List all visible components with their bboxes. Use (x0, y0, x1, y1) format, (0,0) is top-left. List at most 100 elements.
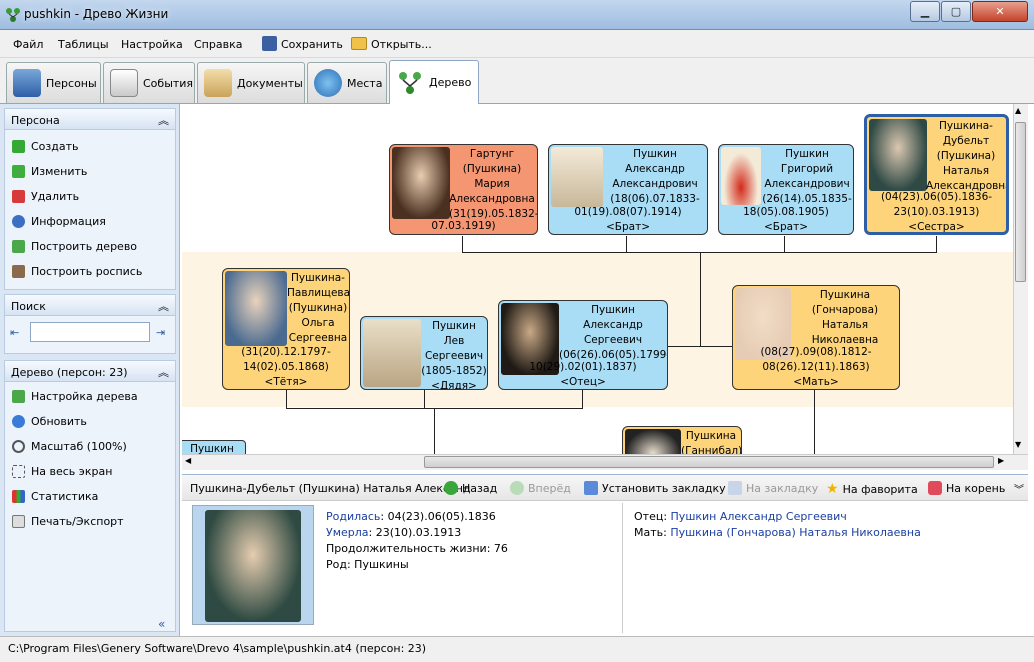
maximize-button[interactable]: ▢ (941, 1, 971, 22)
portrait (363, 319, 421, 387)
person-info[interactable]: Информация (12, 212, 106, 230)
build-register[interactable]: Построить роспись (12, 262, 142, 280)
magnifier-icon (12, 439, 25, 453)
collapse-sidebar-icon[interactable]: « (158, 617, 165, 631)
mother-link[interactable]: Пушкина (Гончарова) Наталья Николаевна (670, 526, 921, 539)
connector (462, 236, 463, 253)
portrait (392, 147, 450, 219)
title-bar: pushkin - Древо Жизни ▁ ▢ ✕ (0, 0, 1034, 30)
refresh-icon (12, 414, 25, 428)
tab-events[interactable]: События (103, 62, 195, 103)
person-card-gartung[interactable]: Гартунг (Пушкина) Мария Александровна (31(19… (389, 144, 538, 235)
zoom[interactable]: Масштаб (100%) (12, 437, 127, 455)
person-card-alexander-sergeevich[interactable]: Пушкин Александр Сергеевич (06(26).06(05).1… (498, 300, 668, 390)
person-card-grigory[interactable]: Пушкин Григорий Александрович (26(14).05.18… (718, 144, 854, 235)
born-link[interactable]: Родилась (326, 510, 380, 523)
vertical-scrollbar[interactable]: ▲ ▼ (1013, 104, 1028, 454)
parents-details: Отец: Пушкин Александр Сергеевич Мать: П… (634, 510, 921, 539)
menu-settings[interactable]: Настройка (121, 38, 183, 51)
scroll-down-icon[interactable]: ▼ (1015, 440, 1021, 449)
register-icon (12, 264, 25, 278)
tree-icon (12, 239, 25, 253)
collapse-up-icon[interactable]: ︽ (158, 298, 169, 314)
connector (668, 346, 732, 347)
tree-section-header[interactable]: Дерево (персон: 23) ︽ (4, 360, 176, 382)
back-button[interactable]: Назад (444, 481, 497, 495)
star-icon: ★ (826, 481, 839, 497)
info-toolbar: Пушкина-Дубельт (Пушкина) Наталья Алекса… (182, 475, 1028, 501)
favorite-button[interactable]: ★ На фаворита (826, 481, 918, 497)
globe-icon (314, 69, 342, 97)
tab-persons[interactable]: Персоны (6, 62, 101, 103)
person-photo-frame (192, 505, 314, 625)
collapse-up-icon[interactable]: ︽ (158, 364, 169, 380)
connector (626, 236, 627, 253)
connector (700, 252, 701, 346)
plus-icon (12, 139, 25, 153)
portrait (551, 147, 603, 207)
horizontal-scroll-thumb[interactable] (424, 456, 994, 468)
connector (434, 408, 435, 454)
scroll-left-icon[interactable]: ◀ (185, 456, 191, 465)
set-bookmark-button[interactable]: Установить закладку (584, 481, 726, 495)
persons-icon (13, 69, 41, 97)
vertical-scroll-thumb[interactable] (1015, 122, 1026, 282)
connector (814, 390, 815, 454)
lifespan: Продолжительность жизни: 76 (326, 542, 508, 555)
search-input[interactable] (30, 322, 150, 342)
scroll-up-icon[interactable]: ▲ (1015, 106, 1021, 115)
horizontal-scrollbar[interactable]: ◀ ▶ (182, 454, 1028, 470)
search-forward-icon[interactable]: ⇥ (156, 326, 170, 340)
died-link[interactable]: Умерла (326, 526, 369, 539)
person-card-natalya-goncharova[interactable]: Пушкина (Гончарова) Наталья Николаевна (08(… (732, 285, 900, 390)
minimize-button[interactable]: ▁ (910, 1, 940, 22)
goto-bookmark-button[interactable]: На закладку (728, 481, 818, 495)
back-arrow-icon (444, 481, 458, 495)
fullscreen[interactable]: На весь экран (12, 462, 112, 480)
refresh[interactable]: Обновить (12, 412, 87, 430)
status-text: C:\Program Files\Genery Software\Drevo 4… (8, 642, 427, 655)
person-card-natalya-dubelt[interactable]: Пушкина- Дубельт (Пушкина) Наталья Александр… (864, 114, 1009, 235)
create-person[interactable]: Создать (12, 137, 79, 155)
build-tree[interactable]: Построить дерево (12, 237, 137, 255)
father-link[interactable]: Пушкин Александр Сергеевич (671, 510, 847, 523)
save-icon (262, 36, 277, 51)
person-details: Родилась: 04(23).06(05).1836 Умерла: 23(… (326, 510, 508, 571)
person-card-hannibal[interactable]: Пушкина (Ганнибал) (622, 426, 742, 454)
person-card-olga[interactable]: Пушкина- Павлищева (Пушкина) Ольга Сергеевна… (222, 268, 350, 390)
connector (582, 390, 583, 408)
tab-places[interactable]: Места (307, 62, 387, 103)
scroll-right-icon[interactable]: ▶ (998, 456, 1004, 465)
statistics[interactable]: Статистика (12, 487, 98, 505)
menu-help[interactable]: Справка (194, 38, 242, 51)
root-button[interactable]: На корень (928, 481, 1005, 495)
print-export[interactable]: Печать/Экспорт (12, 512, 124, 530)
menu-file[interactable]: Файл (13, 38, 43, 51)
person-card-pushkin-partial[interactable]: Пушкин (182, 440, 246, 454)
save-button[interactable]: Сохранить (281, 38, 343, 51)
search-section-header[interactable]: Поиск ︽ (4, 294, 176, 316)
app-tree-icon (5, 7, 21, 23)
tab-tree[interactable]: Дерево (389, 60, 479, 104)
expand-down-icon[interactable]: ︾ (1014, 481, 1024, 496)
tree-settings-icon (12, 389, 25, 403)
delete-person[interactable]: Удалить (12, 187, 79, 205)
person-card-lev[interactable]: Пушкин Лев Сергеевич (1805-1852) <Дядя> (360, 316, 488, 390)
edit-person[interactable]: Изменить (12, 162, 87, 180)
connector (784, 236, 785, 253)
info-panel: Пушкина-Дубельт (Пушкина) Наталья Алекса… (182, 474, 1028, 636)
search-back-icon[interactable]: ⇤ (10, 326, 24, 340)
menu-tables[interactable]: Таблицы (58, 38, 109, 51)
connector (424, 390, 425, 408)
close-button[interactable]: ✕ (972, 1, 1028, 22)
tree-canvas[interactable]: Гартунг (Пушкина) Мария Александровна (31(19… (182, 104, 1028, 454)
person-section-header[interactable]: Персона ︽ (4, 108, 176, 130)
tab-documents[interactable]: Документы (197, 62, 305, 103)
portrait (625, 429, 681, 454)
tree-settings[interactable]: Настройка дерева (12, 387, 138, 405)
open-button[interactable]: Открыть... (371, 38, 432, 51)
connector (936, 236, 937, 253)
forward-button[interactable]: Вперёд (510, 481, 571, 495)
collapse-up-icon[interactable]: ︽ (158, 112, 169, 128)
person-card-alexander-aleksandrovich[interactable]: Пушкин Александр Александрович (18(06).07.1… (548, 144, 708, 235)
